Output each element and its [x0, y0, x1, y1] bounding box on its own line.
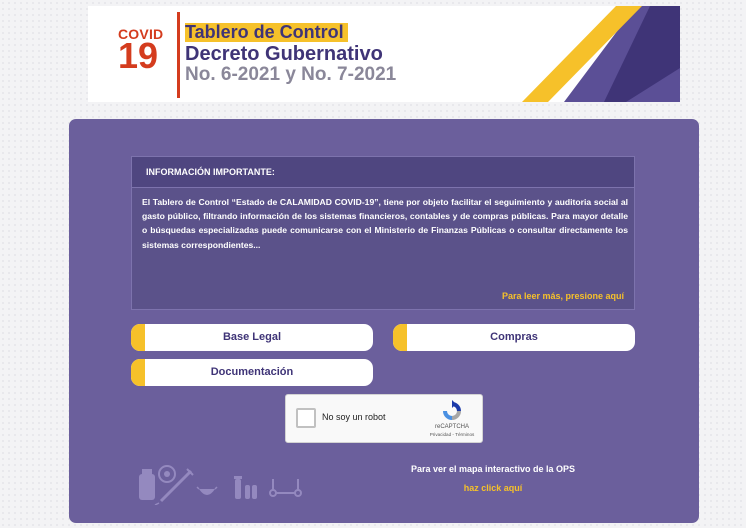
base-legal-button[interactable]: Base Legal [131, 324, 373, 351]
button-accent [393, 324, 407, 351]
button-label: Documentación [210, 366, 294, 378]
recaptcha-widget: No soy un robot reCAPTCHA Privacidad - T… [285, 394, 483, 443]
button-label: Base Legal [222, 331, 282, 343]
vials-icon [234, 476, 257, 499]
button-accent [131, 359, 145, 386]
info-box: INFORMACIÓN IMPORTANTE: El Tablero de Co… [131, 156, 635, 310]
recaptcha-links[interactable]: Privacidad - Términos [424, 432, 480, 437]
recaptcha-checkbox[interactable] [296, 408, 316, 428]
read-more-link[interactable]: Para leer más, presione aquí [502, 291, 624, 301]
covid-logo-number: 19 [118, 35, 159, 76]
mask-icon [196, 486, 218, 495]
stethoscope-icon [269, 479, 302, 497]
header-decree-numbers: No. 6-2021 y No. 7-2021 [185, 64, 397, 85]
info-heading: INFORMACIÓN IMPORTANTE: [132, 157, 634, 188]
medical-icons [139, 465, 302, 505]
info-text: El Tablero de Control “Estado de CALAMID… [142, 197, 628, 250]
button-label: Compras [490, 331, 538, 343]
button-accent [131, 324, 145, 351]
compras-button[interactable]: Compras [393, 324, 635, 351]
header-divider [177, 12, 180, 98]
vaccine-icon [139, 465, 176, 500]
header-subtitle: Decreto Gubernativo [185, 43, 383, 65]
header-title: Tablero de Control [185, 23, 348, 42]
map-info-text: Para ver el mapa interactivo de la OPS [410, 464, 576, 474]
header-banner: COVID 19 Tablero de Control Decreto Gube… [88, 6, 680, 102]
map-link[interactable]: haz click aquí [393, 483, 593, 493]
main-panel: INFORMACIÓN IMPORTANTE: El Tablero de Co… [69, 119, 699, 523]
recaptcha-label: No soy un robot [322, 412, 386, 422]
documentacion-button[interactable]: Documentación [131, 359, 373, 386]
recaptcha-brand: reCAPTCHA [434, 424, 469, 430]
recaptcha-icon [443, 400, 461, 420]
header-decoration [522, 6, 680, 102]
